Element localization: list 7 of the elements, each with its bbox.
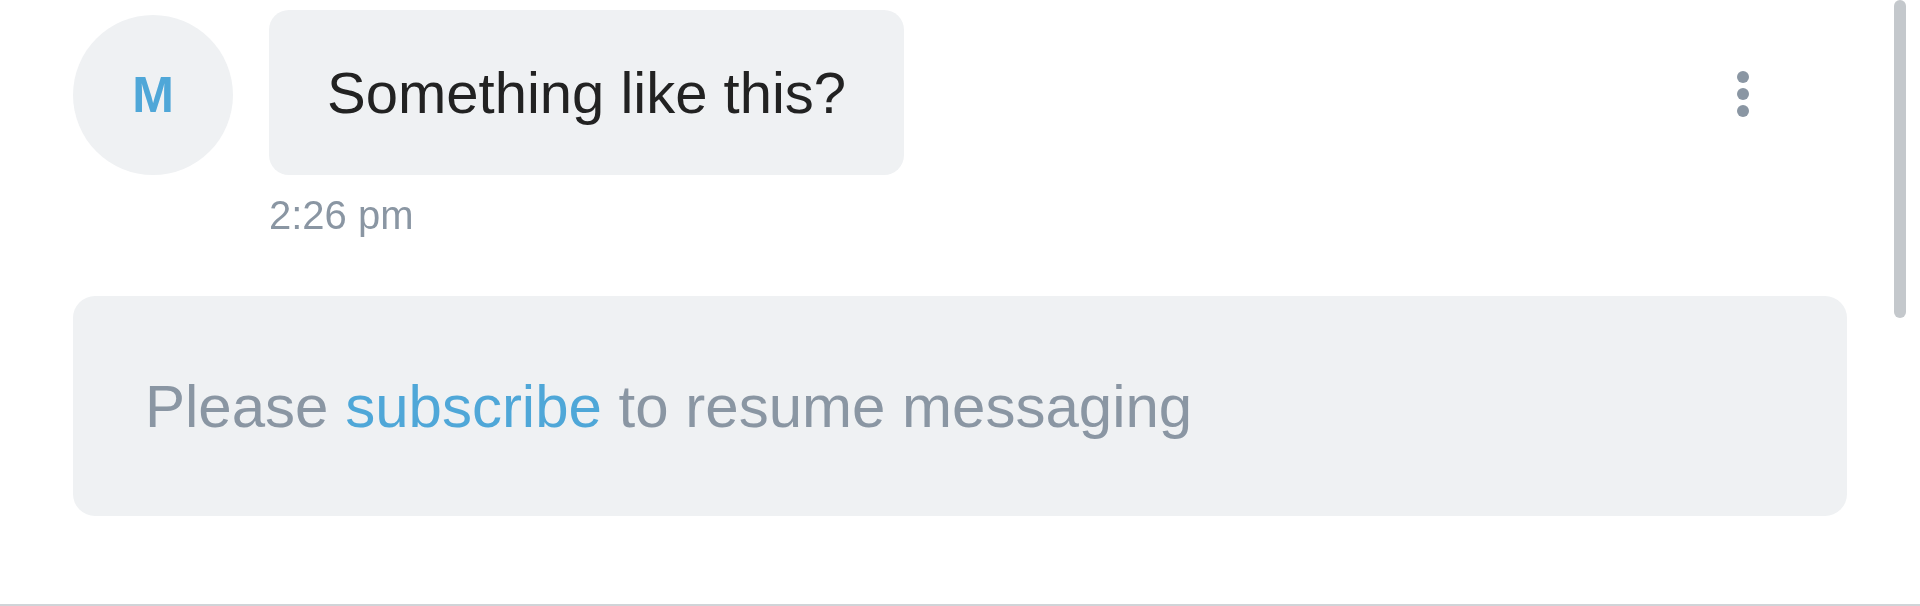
avatar: M (73, 15, 233, 175)
subscribe-notice: Please subscribe to resume messaging (145, 371, 1193, 441)
scrollbar[interactable] (1894, 0, 1906, 318)
message-time: 2:26 pm (269, 193, 415, 238)
subscribe-link[interactable]: subscribe (345, 372, 602, 440)
more-options-icon[interactable] (1736, 70, 1750, 118)
message-bubble: Something like this? (269, 10, 905, 175)
